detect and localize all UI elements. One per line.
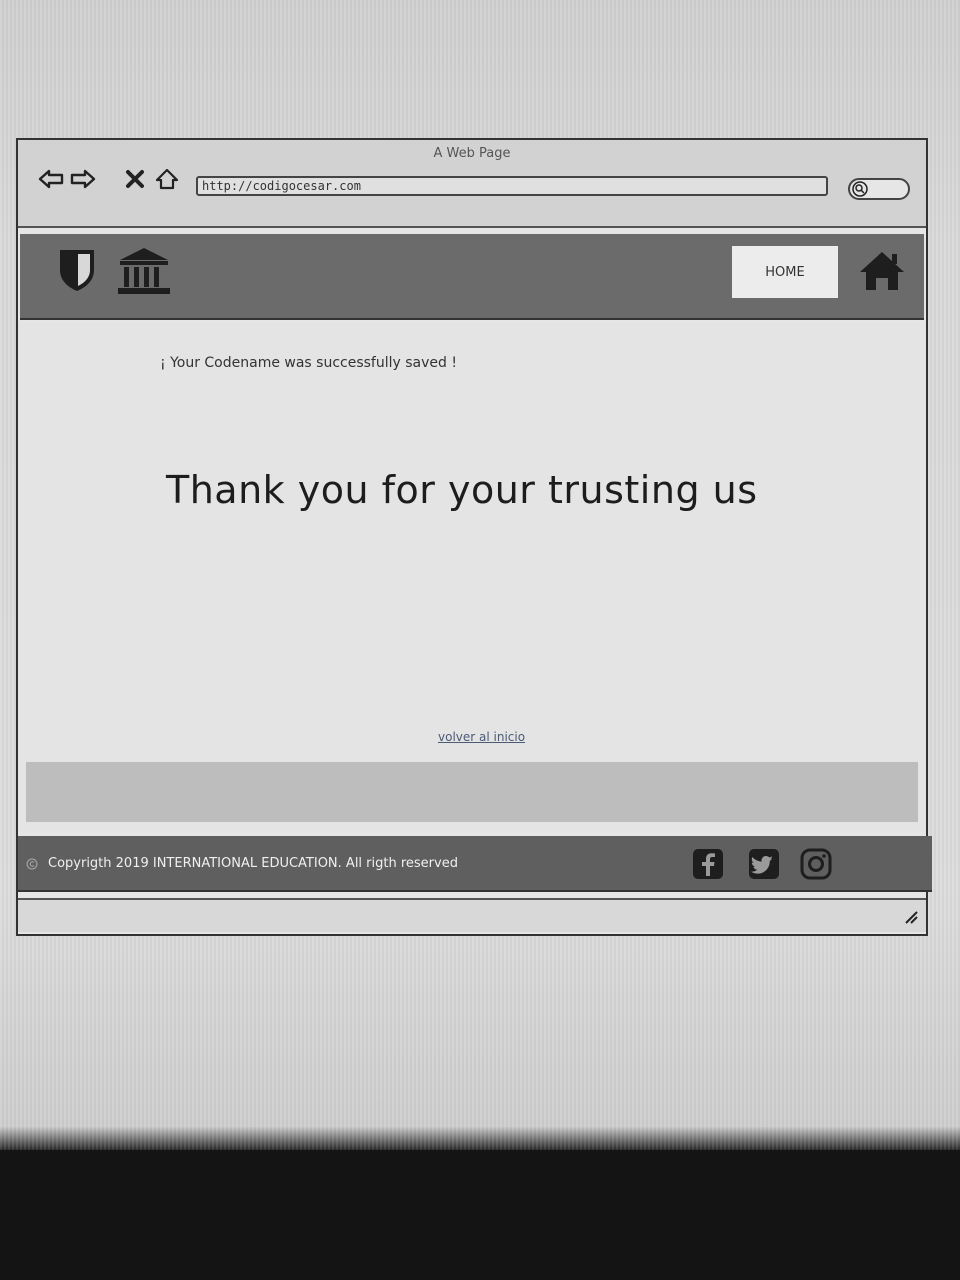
bank-icon bbox=[118, 248, 170, 294]
success-message: ¡ Your Codename was successfully saved ! bbox=[160, 355, 457, 371]
site-header: HOME bbox=[20, 234, 924, 320]
home-nav-button[interactable] bbox=[154, 166, 180, 192]
content-band bbox=[26, 762, 918, 822]
browser-titlebar: A Web Page http://codigocesar.com bbox=[18, 140, 926, 228]
copyright-text: Copyrigth 2019 INTERNATIONAL EDUCATION. … bbox=[48, 856, 458, 871]
search-field[interactable] bbox=[848, 178, 910, 200]
stop-button[interactable] bbox=[122, 166, 148, 192]
shield-icon bbox=[60, 250, 94, 291]
back-button[interactable] bbox=[38, 166, 64, 192]
close-icon bbox=[126, 170, 144, 188]
address-bar[interactable]: http://codigocesar.com bbox=[196, 176, 828, 196]
site-footer: Copyrigth 2019 INTERNATIONAL EDUCATION. … bbox=[18, 836, 932, 892]
home-button[interactable]: HOME bbox=[732, 246, 838, 298]
thank-you-heading: Thank you for your trusting us bbox=[166, 468, 758, 512]
arrow-left-icon bbox=[38, 169, 64, 189]
window-title: A Web Page bbox=[433, 146, 511, 161]
home-icon[interactable] bbox=[858, 248, 906, 292]
instagram-icon[interactable] bbox=[800, 848, 832, 880]
browser-window: A Web Page http://codigocesar.com HOME ¡… bbox=[16, 138, 932, 936]
status-bar bbox=[18, 898, 926, 932]
twitter-icon[interactable] bbox=[748, 848, 780, 880]
main-content: ¡ Your Codename was successfully saved !… bbox=[18, 322, 926, 832]
forward-button[interactable] bbox=[70, 166, 96, 192]
back-to-home-link[interactable]: volver al inicio bbox=[438, 730, 525, 744]
home-outline-icon bbox=[155, 168, 179, 190]
copyright-icon bbox=[26, 858, 38, 870]
search-icon bbox=[852, 181, 868, 197]
monitor-bezel bbox=[0, 1150, 960, 1280]
resize-grip-icon[interactable] bbox=[904, 910, 918, 924]
arrow-right-icon bbox=[70, 169, 96, 189]
facebook-icon[interactable] bbox=[692, 848, 724, 880]
